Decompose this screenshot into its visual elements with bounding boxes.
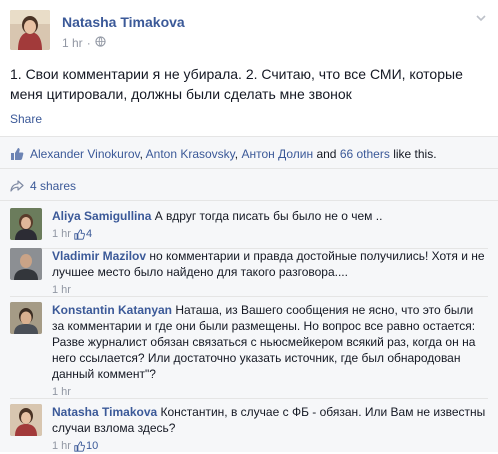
liker-name[interactable]: Alexander Vinokurov: [30, 147, 140, 161]
comment: Vladimir Mazilov но комментарии и правда…: [10, 248, 488, 298]
share-arrow-icon: [10, 179, 24, 193]
likes-text: Alexander Vinokurov, Anton Krasovsky, Ан…: [30, 146, 437, 162]
comment-meta: 1 hr 4: [52, 226, 488, 242]
like-suffix: like this.: [389, 147, 437, 161]
share-link[interactable]: Share: [10, 112, 42, 126]
commenter-avatar[interactable]: [10, 248, 42, 280]
divider: [0, 168, 498, 169]
comment-body: Aliya Samigullina А вдруг тогда писать б…: [52, 208, 488, 242]
commenter-name[interactable]: Konstantin Katanyan: [52, 303, 172, 317]
likes-summary: Alexander Vinokurov, Anton Krasovsky, Ан…: [10, 146, 488, 162]
divider: [0, 136, 498, 137]
and-text: and: [313, 147, 340, 161]
comment: Aliya Samigullina А вдруг тогда писать б…: [10, 208, 488, 242]
thumbs-up-icon: [74, 440, 85, 452]
commenter-avatar[interactable]: [10, 404, 42, 436]
comment-timestamp[interactable]: 1 hr: [52, 226, 71, 242]
comment-body: Vladimir Mazilov но комментарии и правда…: [52, 248, 488, 298]
comment: Natasha Timakova Константин, в случае с …: [10, 404, 488, 452]
like-count-value: 4: [85, 228, 93, 240]
shares-row: 4 shares: [10, 178, 488, 194]
comment: Konstantin Katanyan Наташа, из Вашего со…: [10, 302, 488, 398]
commenter-avatar[interactable]: [10, 302, 42, 334]
author-avatar[interactable]: [10, 10, 50, 50]
ufi-section: Alexander Vinokurov, Anton Krasovsky, Ан…: [0, 136, 498, 452]
chevron-down-icon[interactable]: [474, 12, 488, 26]
thumbs-up-icon[interactable]: [10, 147, 24, 161]
shares-link[interactable]: 4 shares: [30, 178, 76, 194]
divider: [10, 296, 488, 297]
comment-body: Natasha Timakova Константин, в случае с …: [52, 404, 488, 454]
comment-like-count[interactable]: 4: [74, 226, 92, 242]
post-header: Natasha Timakova 1 hr ·: [10, 10, 488, 54]
post-meta: 1 hr ·: [62, 36, 106, 50]
thumbs-up-icon: [74, 228, 85, 240]
divider: [10, 398, 488, 399]
commenter-name[interactable]: Natasha Timakova: [52, 405, 157, 419]
author-name[interactable]: Natasha Timakova: [62, 14, 185, 30]
post-timestamp[interactable]: 1 hr: [62, 36, 83, 50]
divider: [0, 200, 498, 201]
facebook-post: Natasha Timakova 1 hr · 1. Свои коммента…: [0, 0, 498, 452]
comment-text: А вдруг тогда писать бы было не о чем ..: [154, 209, 383, 223]
meta-separator: ·: [86, 36, 91, 50]
globe-icon: [95, 36, 106, 50]
post-text: 1. Свои комментарии я не убирала. 2. Счи…: [10, 66, 463, 102]
liker-name[interactable]: Антон Долин: [241, 147, 313, 161]
others-link[interactable]: 66 others: [340, 147, 390, 161]
liker-name[interactable]: Anton Krasovsky: [146, 147, 235, 161]
commenter-name[interactable]: Aliya Samigullina: [52, 209, 151, 223]
commenter-name[interactable]: Vladimir Mazilov: [52, 249, 146, 263]
comment-body: Konstantin Katanyan Наташа, из Вашего со…: [52, 302, 488, 400]
commenter-avatar[interactable]: [10, 208, 42, 240]
